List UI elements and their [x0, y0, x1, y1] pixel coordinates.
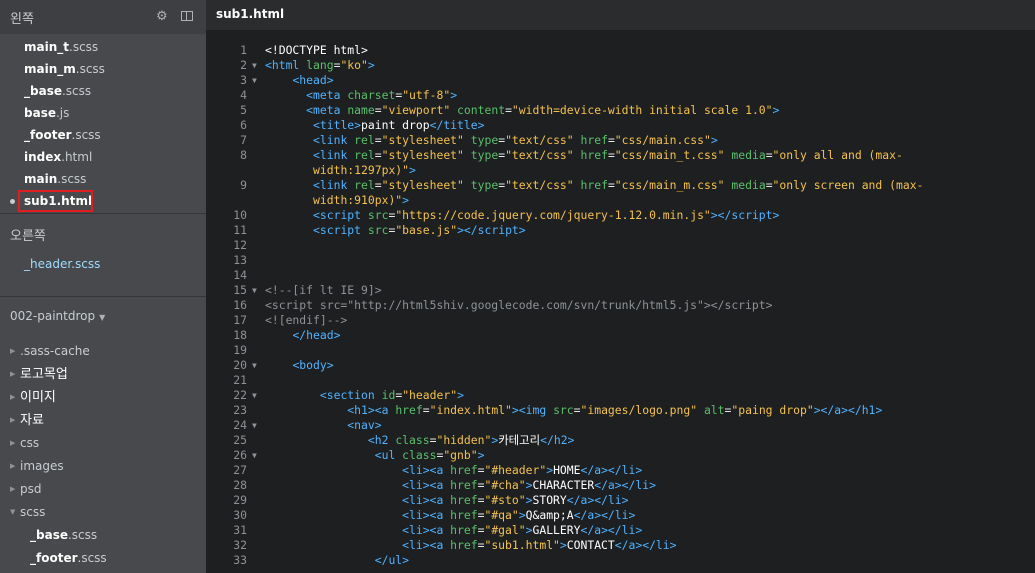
code-line: 25 <h2 class="hidden">카테고리</h2>: [233, 433, 575, 447]
code-line: 2 ▼ <html lang="ko">: [240, 58, 375, 72]
open-files-list: main_t.scss main_m.scss _base.scss base.…: [0, 36, 206, 212]
code-line: 17 <![endif]-->: [233, 313, 348, 327]
chevron-down-icon: ▼: [10, 508, 16, 516]
code-line: 32 <li><a href="sub1.html">CONTACT</a></…: [233, 538, 677, 552]
chevron-down-icon: ▼: [99, 313, 106, 322]
right-pane-file[interactable]: _header.scss: [24, 257, 100, 271]
code-line: 15 ▼ <!--[if lt IE 9]>: [233, 283, 382, 297]
code-line: width:910px)">: [313, 193, 410, 207]
chevron-right-icon: ▶: [10, 462, 16, 470]
open-file-item[interactable]: base.js: [0, 102, 206, 124]
right-pane-title: 오른쪽: [10, 229, 46, 244]
open-file-item[interactable]: main_m.scss: [0, 58, 206, 80]
code-line: 6 <title>paint drop</title>: [240, 118, 485, 132]
code-line: 26 ▼ <ul class="gnb">: [233, 448, 485, 462]
open-file-item-active[interactable]: sub1.html: [0, 190, 206, 212]
chevron-right-icon: ▶: [10, 393, 16, 401]
gear-icon[interactable]: ⚙: [156, 10, 169, 23]
modified-dot-icon: [10, 199, 15, 204]
code-line: 18 </head>: [233, 328, 341, 342]
tree-folder[interactable]: ▶ .sass-cache: [0, 340, 206, 363]
code-line: 27 <li><a href="#header">HOME</a></li>: [233, 463, 643, 477]
code-line: 4 <meta charset="utf-8">: [240, 88, 458, 102]
sidebar: 왼쪽 ⚙ main_t.scss main_m.scss _base.scss …: [0, 0, 206, 573]
code-line: 14: [233, 268, 247, 282]
tree-folder[interactable]: ▶ psd: [0, 478, 206, 501]
code-area[interactable]: 1 <!DOCTYPE html> 2 ▼ <html lang="ko"> 3 ▼ <…: [206, 43, 1035, 568]
code-line: 12: [233, 238, 247, 252]
split-view-icon[interactable]: [181, 11, 193, 21]
code-line: 21: [233, 373, 247, 387]
divider: [0, 213, 206, 214]
code-line: 1 <!DOCTYPE html>: [240, 43, 368, 57]
code-line: 19: [233, 343, 247, 357]
open-file-item[interactable]: main_t.scss: [0, 36, 206, 58]
code-line: 11 <script src="base.js"></script>: [233, 223, 526, 237]
code-line: 7 <link rel="stylesheet" type="text/css"…: [240, 133, 718, 147]
tree-folder[interactable]: ▶ 자료: [0, 409, 206, 432]
tree-folder[interactable]: ▶ css: [0, 432, 206, 455]
code-line: 10 <script src="https://code.jquery.com/…: [233, 208, 780, 222]
editor[interactable]: sub1.html 1 <!DOCTYPE html> 2 ▼ <html lang=…: [206, 0, 1035, 573]
open-file-item[interactable]: _footer.scss: [0, 124, 206, 146]
chevron-right-icon: ▶: [10, 347, 16, 355]
open-file-item[interactable]: _base.scss: [0, 80, 206, 102]
tree-folder-open[interactable]: ▼ scss: [0, 501, 206, 524]
code-line: 16 <script src="http://html5shiv.googleco…: [233, 298, 773, 312]
code-line: 20 ▼ <body>: [233, 358, 334, 372]
code-line: 24 ▼ <nav>: [233, 418, 382, 432]
code-line: 29 <li><a href="#sto">STORY</a></li>: [233, 493, 629, 507]
code-line: 23 <h1><a href="index.html"><img src="im…: [233, 403, 883, 417]
code-line: 33 </ul>: [233, 553, 410, 567]
project-selector[interactable]: 002-paintdrop ▼: [10, 309, 105, 323]
chevron-right-icon: ▶: [10, 370, 16, 378]
left-pane-title: 왼쪽: [10, 12, 34, 27]
tree-folder[interactable]: ▶ 로고목업: [0, 363, 206, 386]
divider: [0, 296, 206, 297]
tree-folder[interactable]: ▶ images: [0, 455, 206, 478]
tree-file[interactable]: _base.scss: [0, 524, 206, 547]
tree-folder[interactable]: ▶ 이미지: [0, 386, 206, 409]
sidebar-header: 왼쪽 ⚙: [0, 0, 206, 34]
code-line: 5 <meta name="viewport" content="width=d…: [240, 103, 780, 117]
app-window: 왼쪽 ⚙ main_t.scss main_m.scss _base.scss …: [0, 0, 1035, 573]
code-line: 9 <link rel="stylesheet" type="text/css"…: [240, 178, 924, 192]
code-line: 22 ▼ <section id="header">: [233, 388, 464, 402]
highlight-box: [18, 190, 93, 212]
code-line: 28 <li><a href="#cha">CHARACTER</a></li>: [233, 478, 656, 492]
open-file-item[interactable]: index.html: [0, 146, 206, 168]
code-line: 30 <li><a href="#qa">Q&amp;A</a></li>: [233, 508, 636, 522]
code-line: 8 <link rel="stylesheet" type="text/css"…: [240, 148, 903, 162]
tree-file[interactable]: _footer.scss: [0, 547, 206, 570]
editor-tab-bar: sub1.html: [206, 0, 1035, 30]
code-line: 13: [233, 253, 247, 267]
code-line: width:1297px)">: [313, 163, 416, 177]
code-line: 3 ▼ <head>: [240, 73, 334, 87]
chevron-right-icon: ▶: [10, 485, 16, 493]
open-file-item[interactable]: main.scss: [0, 168, 206, 190]
editor-title: sub1.html: [216, 7, 285, 21]
code-line: 31 <li><a href="#gal">GALLERY</a></li>: [233, 523, 643, 537]
chevron-right-icon: ▶: [10, 416, 16, 424]
chevron-right-icon: ▶: [10, 439, 16, 447]
project-tree: ▶ .sass-cache ▶ 로고목업 ▶ 이미지 ▶ 자료 ▶ css ▶ images…: [0, 340, 206, 570]
